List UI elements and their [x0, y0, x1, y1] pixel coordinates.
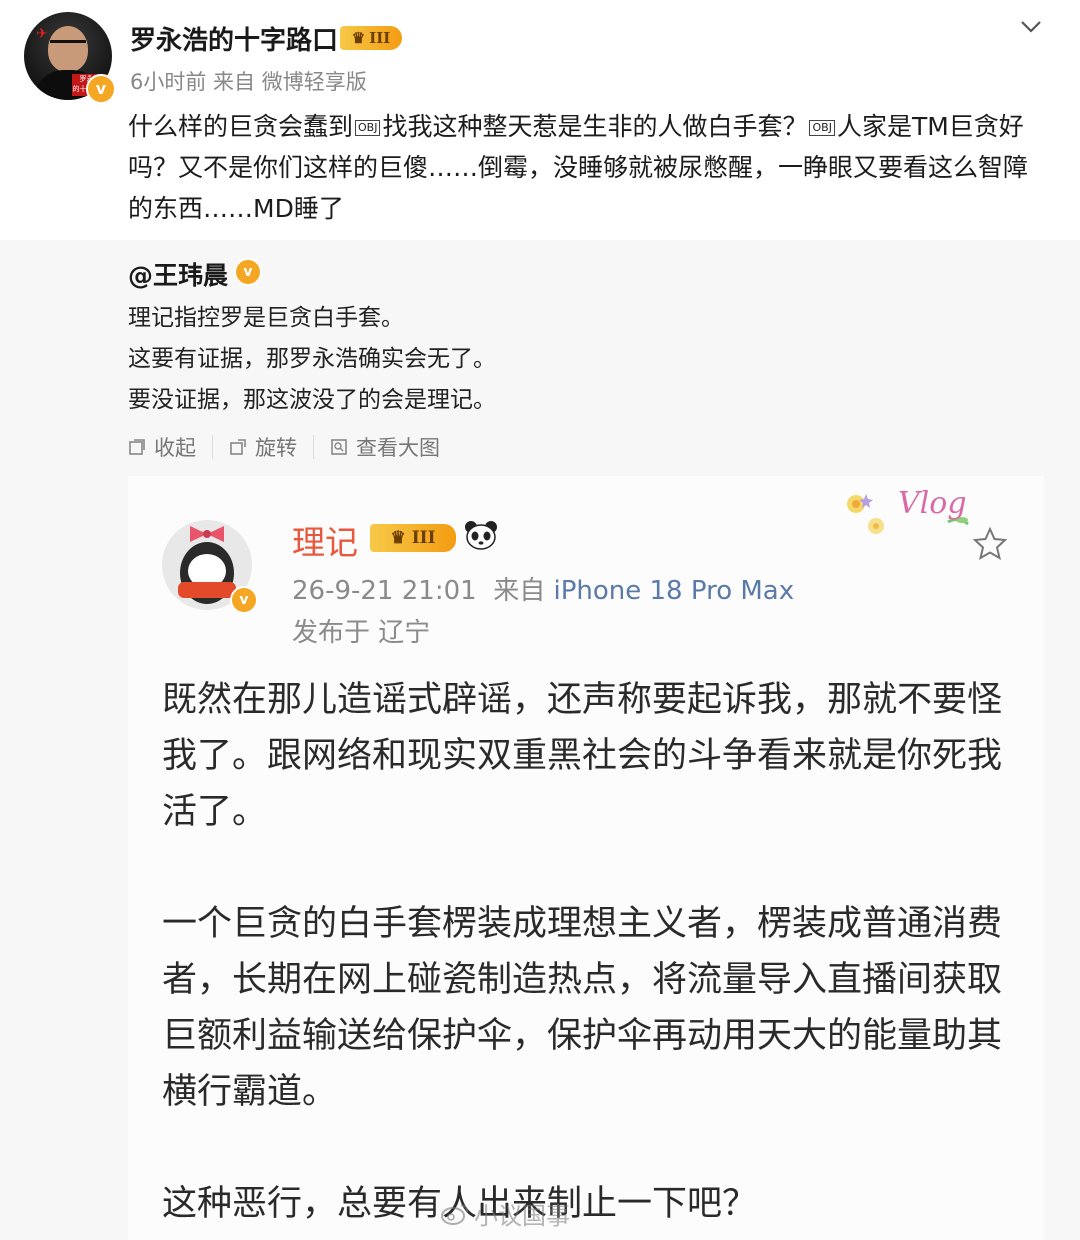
verified-icon: v	[86, 74, 116, 104]
emoji-placeholder-icon: OBJ	[809, 120, 835, 136]
emoji-placeholder-icon: OBJ	[355, 120, 381, 136]
screenshot-author-name: 理记	[292, 523, 358, 562]
crown-icon: ♛	[390, 528, 406, 548]
screenshot-location: 发布于 辽宁	[292, 618, 431, 648]
author-name[interactable]: 罗永浩的十字路口	[130, 20, 338, 57]
collapse-icon	[129, 439, 145, 455]
repost-line: 这要有证据，那罗永浩确实会无了。	[128, 346, 496, 372]
weibo-logo-icon	[441, 1203, 468, 1225]
watermark: 小议国事	[440, 1196, 570, 1231]
rotate-icon	[230, 439, 246, 455]
post-text: 什么样的巨贪会蠢到 OBJ 找我这种整天惹是生非的人做白手套？ OBJ 人家是TM巨贪好…	[128, 112, 1029, 223]
rotate-button[interactable]: 旋转	[229, 432, 297, 462]
screenshot-paragraph: 这种恶行，总要有人出来制止一下吧？	[162, 1184, 758, 1224]
post-meta: 6小时前 来自 微博轻享版	[130, 70, 367, 94]
member-level-badge[interactable]: ♛ III	[340, 26, 402, 50]
verified-icon: v	[230, 586, 258, 614]
repost-container: @王玮晨 v 理记指控罗是巨贪白手套。 这要有证据，那罗永浩确实会无了。 要没证…	[0, 240, 1080, 1240]
image-action-bar: 收起 旋转 查看大图	[128, 432, 440, 462]
repost-line: 要没证据，那这波没了的会是理记。	[128, 387, 496, 413]
member-level-badge: ♛ III	[370, 524, 456, 552]
screenshot-paragraph: 一个巨贪的白手套楞装成理想主义者，楞装成普通消费者，长期在网上碰瓷制造热点，将流…	[162, 904, 1003, 1112]
crown-icon: ♛	[351, 29, 366, 47]
repost-author[interactable]: @王玮晨	[128, 256, 228, 292]
magnify-image-icon	[331, 439, 347, 455]
verified-icon: v	[234, 258, 262, 286]
screenshot-paragraph: 既然在那儿造谣式辟谣，还声称要起诉我，那就不要怪我了。跟网络和现实双重黑社会的斗…	[162, 680, 1003, 832]
location-pin-icon: ✈	[36, 26, 48, 42]
star-favorite-icon[interactable]	[972, 526, 1008, 562]
chevron-down-icon[interactable]	[1018, 14, 1044, 40]
view-large-button[interactable]: 查看大图	[330, 432, 440, 462]
panda-icon	[465, 521, 497, 550]
post-header: ✈ 罗永浩 的十字路口 v 罗永浩的十字路口 ♛III 6小时前 来自 微博轻享…	[0, 0, 1080, 240]
repost-line: 理记指控罗是巨贪白手套。	[128, 305, 404, 331]
embedded-screenshot[interactable]: v 理记 ♛ III Vlog 26-9-21 21:01 来自 iPhone …	[128, 476, 1044, 1240]
collapse-button[interactable]: 收起	[128, 432, 196, 462]
vlog-sticker-text: Vlog	[898, 486, 967, 521]
screenshot-meta: 26-9-21 21:01 来自 iPhone 18 Pro Max	[292, 576, 795, 606]
